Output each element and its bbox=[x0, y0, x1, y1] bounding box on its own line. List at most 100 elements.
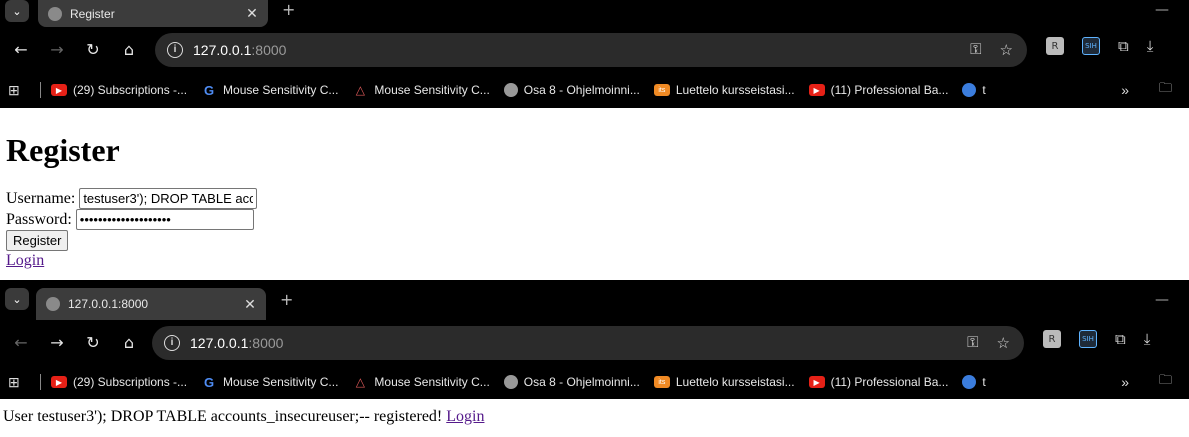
triangle-logo-icon: △ bbox=[355, 83, 366, 97]
reload-icon[interactable]: ↻ bbox=[80, 330, 106, 356]
password-field[interactable] bbox=[75, 209, 254, 230]
minimize-icon[interactable]: — bbox=[1155, 2, 1169, 18]
bookmark-item[interactable]: t bbox=[962, 375, 986, 389]
bookmark-item[interactable]: ▶ (29) Subscriptions -... bbox=[51, 375, 187, 389]
back-arrow-icon[interactable]: ← bbox=[8, 37, 34, 63]
result-message-line: User testuser3'); DROP TABLE accounts_in… bbox=[3, 408, 484, 426]
back-arrow-icon[interactable]: ← bbox=[8, 330, 34, 356]
new-tab-plus-icon[interactable]: + bbox=[280, 290, 293, 310]
puzzle-icon[interactable]: ⧉ bbox=[1115, 330, 1126, 348]
result-page: User testuser3'); DROP TABLE accounts_in… bbox=[0, 400, 1189, 437]
new-tab-plus-icon[interactable]: + bbox=[282, 0, 295, 20]
bookmark-item[interactable]: ▶ (11) Professional Ba... bbox=[808, 83, 949, 97]
address-bar[interactable]: i 127.0.0.1:8000 ⚿ ☆ bbox=[155, 33, 1027, 67]
bookmark-label: Mouse Sensitivity C... bbox=[223, 375, 339, 389]
bookmark-item[interactable]: G Mouse Sensitivity C... bbox=[201, 374, 339, 390]
bookmark-label: (29) Subscriptions -... bbox=[73, 83, 188, 97]
username-field[interactable] bbox=[79, 188, 258, 209]
extensions: R SIH ⧉ ⤓ bbox=[1043, 330, 1150, 348]
login-link[interactable]: Login bbox=[446, 408, 484, 425]
shield-icon bbox=[962, 375, 977, 389]
password-label: Password: bbox=[6, 210, 72, 228]
forward-arrow-icon[interactable]: → bbox=[44, 330, 70, 356]
tab-localhost[interactable]: 127.0.0.1:8000 ✕ bbox=[36, 288, 266, 320]
bookmark-item[interactable]: its Luettelo kursseistasi... bbox=[653, 375, 795, 389]
youtube-icon: ▶ bbox=[808, 84, 825, 96]
register-button[interactable]: Register bbox=[6, 230, 69, 251]
extension-r-icon[interactable]: R bbox=[1046, 37, 1064, 55]
toolbar: ← → ↻ ⌂ i 127.0.0.1:8000 ⚿ ☆ R SIH ⧉ ⤓ bbox=[0, 27, 1189, 72]
star-icon[interactable]: ☆ bbox=[997, 334, 1010, 352]
bookmark-item[interactable]: its Luettelo kursseistasi... bbox=[653, 83, 795, 97]
folder-icon[interactable]: 🗀 bbox=[1159, 371, 1189, 393]
bookmark-item[interactable]: △ Mouse Sensitivity C... bbox=[352, 375, 490, 389]
its-icon: its bbox=[653, 84, 670, 96]
bookmark-label: (11) Professional Ba... bbox=[830, 83, 949, 97]
bookmark-label: Mouse Sensitivity C... bbox=[223, 83, 339, 97]
more-bookmarks-chevron-icon[interactable]: » bbox=[1121, 82, 1129, 98]
minimize-icon[interactable]: — bbox=[1155, 292, 1169, 308]
download-icon[interactable]: ⤓ bbox=[1144, 330, 1151, 348]
tab-strip: ⌄ 127.0.0.1:8000 ✕ + — bbox=[0, 280, 1189, 320]
shield-icon bbox=[962, 83, 977, 97]
tab-strip: ⌄ Register ✕ + — bbox=[0, 0, 1189, 27]
bookmark-label: (11) Professional Ba... bbox=[830, 375, 949, 389]
site-info-icon[interactable]: i bbox=[167, 42, 183, 58]
bookmarks-divider bbox=[40, 82, 41, 98]
bookmark-label: Mouse Sensitivity C... bbox=[374, 375, 490, 389]
puzzle-icon[interactable]: ⧉ bbox=[1118, 37, 1129, 55]
bookmark-item[interactable]: Osa 8 - Ohjelmoinni... bbox=[503, 375, 640, 389]
youtube-icon: ▶ bbox=[51, 376, 67, 388]
youtube-icon: ▶ bbox=[51, 84, 67, 96]
bookmark-item[interactable]: △ Mouse Sensitivity C... bbox=[352, 83, 490, 97]
address-host: 127.0.0.1 bbox=[193, 42, 252, 58]
browser-window-top: ⌄ Register ✕ + — ← → ↻ ⌂ i 127.0.0.1:800… bbox=[0, 0, 1189, 108]
google-icon: G bbox=[203, 374, 215, 390]
address-bar[interactable]: i 127.0.0.1:8000 ⚿ ☆ bbox=[152, 326, 1024, 360]
more-bookmarks-chevron-icon[interactable]: » bbox=[1121, 374, 1129, 390]
bookmark-item[interactable]: ▶ (11) Professional Ba... bbox=[808, 375, 949, 389]
site-info-icon[interactable]: i bbox=[164, 335, 180, 351]
key-icon[interactable]: ⚿ bbox=[970, 41, 981, 59]
tab-register[interactable]: Register ✕ bbox=[38, 0, 268, 27]
extension-r-icon[interactable]: R bbox=[1043, 330, 1061, 348]
home-icon[interactable]: ⌂ bbox=[116, 37, 142, 63]
forward-arrow-icon[interactable]: → bbox=[44, 37, 70, 63]
bookmark-item[interactable]: ▶ (29) Subscriptions -... bbox=[51, 83, 187, 97]
bookmark-item[interactable]: t bbox=[962, 83, 986, 97]
extension-sih-icon[interactable]: SIH bbox=[1079, 330, 1097, 348]
bookmark-item[interactable]: Osa 8 - Ohjelmoinni... bbox=[503, 83, 640, 97]
globe-icon bbox=[503, 375, 518, 389]
username-row: Username: bbox=[6, 188, 258, 209]
close-icon[interactable]: ✕ bbox=[240, 296, 260, 313]
youtube-icon: ▶ bbox=[808, 376, 825, 388]
login-link[interactable]: Login bbox=[6, 252, 44, 270]
apps-grid-icon[interactable]: ⊞ bbox=[8, 82, 26, 99]
key-icon[interactable]: ⚿ bbox=[967, 334, 978, 352]
toolbar: ← → ↻ ⌂ i 127.0.0.1:8000 ⚿ ☆ R SIH ⧉ ⤓ bbox=[0, 320, 1189, 365]
extension-sih-icon[interactable]: SIH bbox=[1082, 37, 1100, 55]
bookmark-label: t bbox=[982, 375, 986, 389]
tab-search-chevron-icon[interactable]: ⌄ bbox=[5, 288, 29, 310]
bookmarks-bar: ⊞ ▶ (29) Subscriptions -... G Mouse Sensit… bbox=[0, 72, 1189, 108]
omnibox-actions: ⚿ ☆ bbox=[967, 334, 1010, 352]
google-icon: G bbox=[203, 82, 215, 98]
bookmark-label: Osa 8 - Ohjelmoinni... bbox=[523, 83, 640, 97]
reload-icon[interactable]: ↻ bbox=[80, 37, 106, 63]
apps-grid-icon[interactable]: ⊞ bbox=[8, 374, 26, 391]
result-message: User testuser3'); DROP TABLE accounts_in… bbox=[3, 408, 443, 425]
page-title: Register bbox=[6, 132, 120, 168]
star-icon[interactable]: ☆ bbox=[1000, 41, 1013, 59]
password-row: Password: bbox=[6, 209, 254, 230]
folder-icon[interactable]: 🗀 bbox=[1159, 79, 1189, 101]
tab-search-chevron-icon[interactable]: ⌄ bbox=[5, 0, 29, 22]
globe-icon bbox=[46, 297, 60, 311]
home-icon[interactable]: ⌂ bbox=[116, 330, 142, 356]
username-label: Username: bbox=[6, 189, 76, 207]
bookmark-label: (29) Subscriptions -... bbox=[73, 375, 188, 389]
bookmark-label: Osa 8 - Ohjelmoinni... bbox=[523, 375, 640, 389]
download-icon[interactable]: ⤓ bbox=[1147, 37, 1154, 55]
close-icon[interactable]: ✕ bbox=[242, 5, 262, 22]
bookmark-item[interactable]: G Mouse Sensitivity C... bbox=[201, 82, 339, 98]
register-page: Register Username: Password: Register Lo… bbox=[0, 108, 1189, 280]
